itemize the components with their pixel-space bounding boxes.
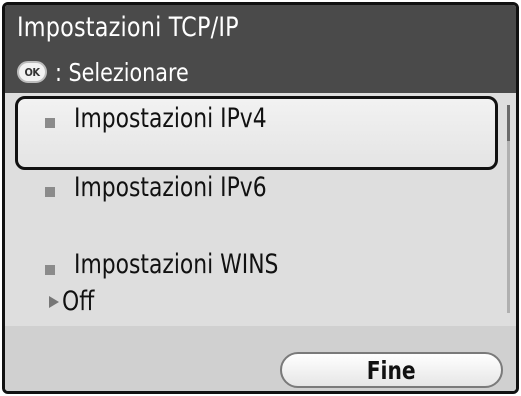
bullet-icon	[45, 187, 55, 197]
lcd-screen: Impostazioni TCP/IP OK : Selezionare Imp…	[2, 2, 519, 394]
list-item-label: Impostazioni WINS	[74, 249, 279, 280]
done-button-label: Fine	[367, 355, 416, 385]
page-title: Impostazioni TCP/IP	[17, 12, 239, 43]
list-item-ipv6[interactable]: Impostazioni IPv6	[15, 172, 498, 226]
hint-row: OK : Selezionare	[17, 55, 200, 89]
list-item-label: Impostazioni IPv6	[74, 172, 267, 203]
bullet-icon	[45, 265, 55, 275]
header-bar: Impostazioni TCP/IP OK : Selezionare	[5, 5, 516, 93]
triangle-right-icon	[49, 295, 59, 308]
settings-list: Impostazioni IPv4 Impostazioni IPv6 Impo…	[5, 93, 516, 326]
wins-value-row: Off	[49, 286, 98, 317]
scrollbar[interactable]	[507, 105, 510, 313]
hint-text: : Selezionare	[55, 57, 189, 87]
ok-icon: OK	[17, 61, 47, 83]
bullet-icon	[45, 118, 55, 128]
list-item-label: Impostazioni IPv4	[74, 103, 267, 134]
list-item-ipv4[interactable]: Impostazioni IPv4	[15, 96, 498, 170]
done-button[interactable]: Fine	[280, 352, 503, 388]
list-item-wins[interactable]: Impostazioni WINS Off	[15, 249, 498, 319]
wins-value: Off	[62, 286, 95, 317]
scrollbar-thumb[interactable]	[507, 105, 510, 141]
footer-bar: Fine	[5, 326, 516, 391]
